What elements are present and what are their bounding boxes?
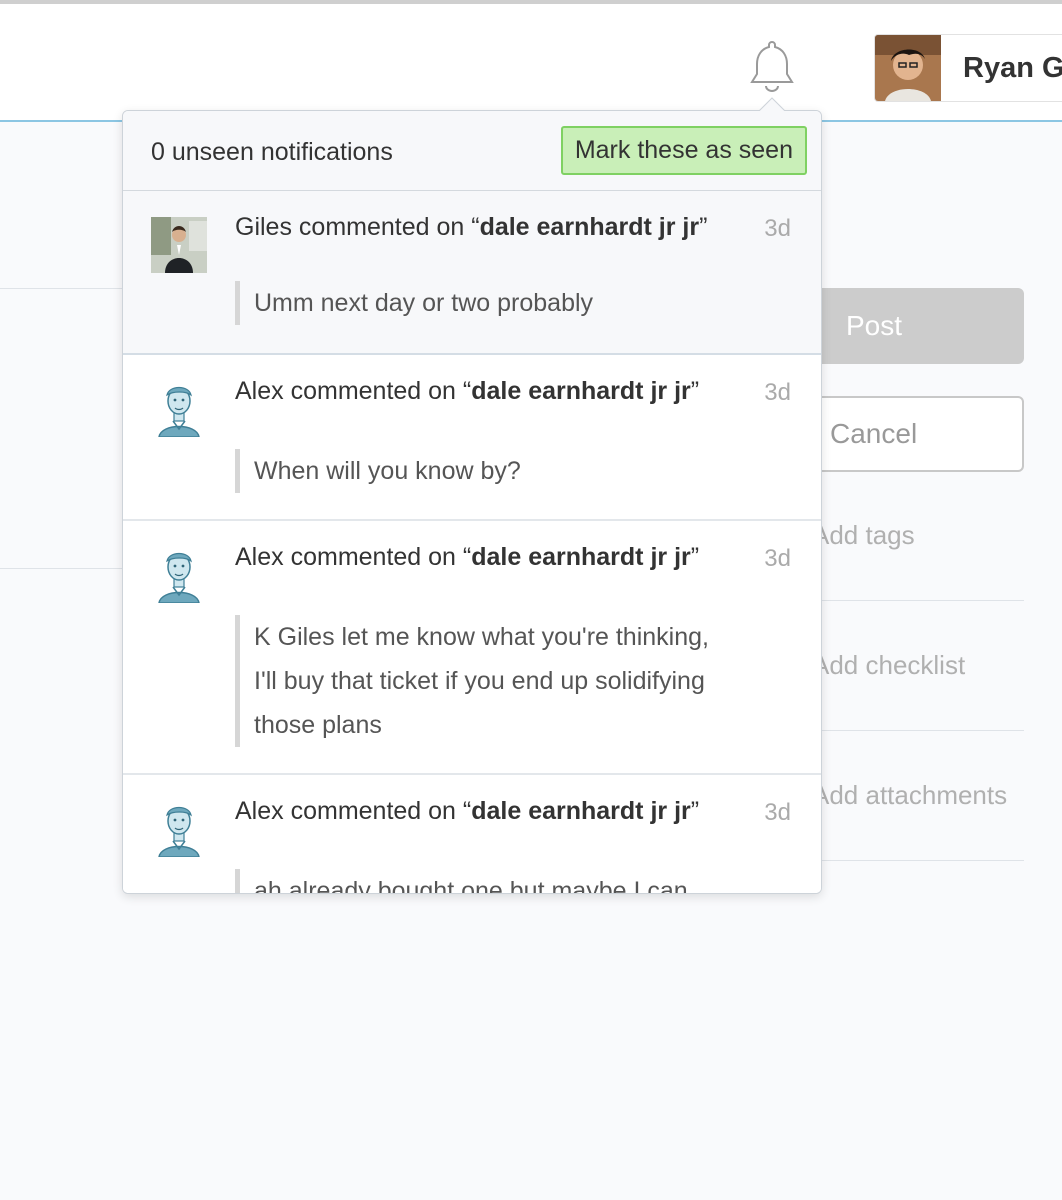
divider [790,600,1024,601]
notification-item[interactable]: Alex commented on “dale earnhardt jr jr”… [123,775,821,893]
notification-time: 3d [764,799,791,826]
mark-as-seen-button[interactable]: Mark these as seen [560,126,807,175]
quote-mark: “ [471,213,480,241]
post-button[interactable]: Post [790,288,1024,364]
quote-mark: ” [690,543,700,571]
divider [0,288,124,289]
notification-title: Alex commented on “dale earnhardt jr jr” [235,543,755,572]
user-name: Ryan Go [963,51,1062,84]
divider [790,860,1024,861]
notification-title: Giles commented on “dale earnhardt jr jr… [235,213,755,242]
notification-actor: Alex [235,543,284,571]
avatar [875,35,941,101]
notification-actor: Alex [235,797,284,825]
notification-verb: commented on [291,213,472,241]
notifications-header: 0 unseen notifications Mark these as see… [123,111,821,191]
user-menu[interactable]: Ryan Go [874,34,1062,102]
notification-item[interactable]: Giles commented on “dale earnhardt jr jr… [123,191,821,355]
cancel-button[interactable]: Cancel [790,396,1024,472]
notification-actor: Giles [235,213,292,241]
notification-time: 3d [764,545,791,572]
notification-time: 3d [764,215,791,242]
quote-mark: “ [462,543,472,571]
add-tags-link[interactable]: Add tags [790,520,1024,551]
notification-target[interactable]: dale earnhardt jr jr [471,377,691,405]
avatar [151,547,207,604]
quote-mark: ” [699,213,708,241]
notification-target[interactable]: dale earnhardt jr jr [471,797,691,825]
notification-title: Alex commented on “dale earnhardt jr jr” [235,797,755,826]
quote-mark: ” [690,377,700,405]
notification-item[interactable]: Alex commented on “dale earnhardt jr jr”… [123,521,821,775]
notification-time: 3d [764,379,791,406]
notification-verb: commented on [283,377,463,405]
notification-comment: K Giles let me know what you're thinking… [235,615,735,747]
notification-actor: Alex [235,377,284,405]
bell-icon[interactable] [748,38,796,94]
avatar [151,801,207,858]
add-checklist-link[interactable]: Add checklist [790,650,1024,681]
notification-comment: ah already bought one but maybe I can [235,869,755,893]
unseen-count: 0 unseen notifications [151,138,393,166]
notification-comment: Umm next day or two probably [235,281,755,325]
notification-verb: commented on [283,543,463,571]
post-button-label: Post [846,310,903,341]
popover-caret [758,97,786,112]
quote-mark: “ [462,377,472,405]
divider [790,730,1024,731]
divider [0,568,124,569]
notification-verb: commented on [283,797,463,825]
notification-title: Alex commented on “dale earnhardt jr jr” [235,377,755,406]
avatar [151,217,207,273]
notification-target[interactable]: dale earnhardt jr jr [471,543,691,571]
top-header: Ryan Go [0,4,1062,122]
notification-target[interactable]: dale earnhardt jr jr [480,213,700,241]
quote-mark: ” [690,797,700,825]
avatar [151,381,207,438]
notifications-popover: 0 unseen notifications Mark these as see… [122,110,822,894]
quote-mark: “ [462,797,472,825]
add-attachments-link[interactable]: Add attachments [790,780,1024,811]
cancel-button-label: Cancel [830,418,918,449]
notification-comment: When will you know by? [235,449,755,493]
notification-item[interactable]: Alex commented on “dale earnhardt jr jr”… [123,355,821,521]
